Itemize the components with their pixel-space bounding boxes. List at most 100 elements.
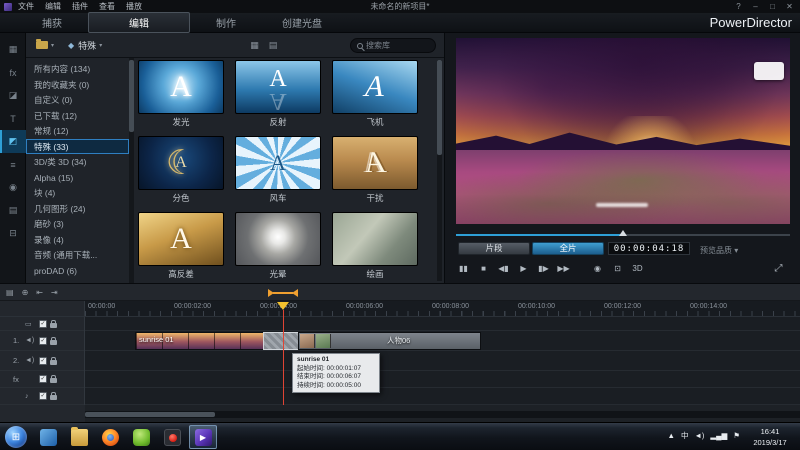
transition-item[interactable]: A 发光 — [138, 60, 228, 128]
grid-view-icon[interactable]: ▦ — [250, 40, 259, 51]
transition-item[interactable]: A 干扰 — [332, 136, 422, 204]
category-item[interactable]: 常规 (12) — [26, 123, 129, 139]
pause-button[interactable]: ▮▮ — [456, 261, 471, 275]
transition-item[interactable]: A 飞机 — [332, 60, 422, 128]
category-item[interactable]: 已下载 (12) — [26, 108, 129, 124]
menubar-menu-0[interactable]: 文件 — [18, 1, 34, 12]
title-room-icon[interactable]: T — [0, 107, 26, 130]
video-track-top-lane[interactable] — [85, 317, 800, 331]
track-lock-icon[interactable] — [50, 356, 57, 365]
category-item[interactable]: proDAD (6) — [26, 263, 129, 279]
media-room-icon[interactable]: ▦ — [0, 38, 26, 61]
library-search-input[interactable]: 搜索库 — [350, 38, 436, 53]
fast-forward-button[interactable]: ▶▶ — [556, 261, 571, 275]
transition-thumbnail[interactable]: A — [138, 212, 224, 266]
powerdirector-taskbar-button[interactable] — [189, 425, 217, 449]
menubar-menu-3[interactable]: 查看 — [99, 1, 115, 12]
track-lock-icon[interactable] — [50, 392, 57, 400]
category-item[interactable]: 录像 (4) — [26, 232, 129, 248]
track-2-lane[interactable] — [85, 351, 800, 371]
ime-indicator-icon[interactable]: 中 — [681, 430, 689, 441]
category-item[interactable]: 磨砂 (3) — [26, 216, 129, 232]
action-center-icon[interactable]: ⚑ — [733, 431, 740, 440]
track-lock-icon[interactable] — [50, 336, 57, 345]
grid-scrollbar[interactable] — [437, 60, 442, 281]
transition-thumbnail[interactable] — [332, 212, 418, 266]
voice-over-room-icon[interactable]: ◉ — [0, 176, 26, 199]
rail-start-icon[interactable]: ⇤ — [36, 288, 43, 297]
video-track-top-header[interactable]: ▭ ✓ — [0, 317, 84, 331]
close-button[interactable]: ✕ — [781, 0, 798, 13]
category-item[interactable]: 3D/类 3D (34) — [26, 154, 129, 170]
effect-room-icon[interactable]: fx — [0, 61, 26, 84]
category-filter-label[interactable]: 特殊 — [78, 39, 96, 52]
transition-segment[interactable] — [263, 332, 299, 350]
track-lock-icon[interactable] — [50, 375, 57, 383]
transition-thumbnail[interactable]: A — [235, 136, 321, 190]
preview-window-button[interactable]: ⊡ — [610, 261, 625, 275]
transition-item[interactable]: 光晕 — [235, 212, 325, 280]
track-enable-checkbox[interactable]: ✓ — [39, 356, 47, 365]
timeline-ruler[interactable]: 00:00:00 00:00:02:00 00:00:04:00 00:00:06:0… — [0, 301, 800, 317]
category-item[interactable]: 几何图形 (24) — [26, 201, 129, 217]
category-scrollbar[interactable] — [129, 58, 134, 283]
music-track-lane[interactable] — [85, 388, 800, 405]
step-back-button[interactable]: ◀▮ — [496, 261, 511, 275]
timeline-hscrollbar-thumb[interactable] — [85, 412, 215, 417]
firefox-taskbar-button[interactable] — [96, 425, 124, 449]
movie-mode-button[interactable]: 全片 — [532, 242, 604, 255]
playhead-line[interactable] — [283, 310, 284, 405]
category-item[interactable]: 块 (4) — [26, 185, 129, 201]
range-marker[interactable] — [268, 289, 298, 297]
play-button[interactable]: ▶ — [516, 261, 531, 275]
track-enable-checkbox[interactable]: ✓ — [39, 392, 47, 400]
effect-track-lane[interactable] — [85, 371, 800, 388]
help-button[interactable]: ? — [730, 0, 747, 13]
list-view-icon[interactable]: ▤ — [269, 40, 278, 51]
category-item[interactable]: 特殊 (33) — [26, 138, 129, 154]
network-icon[interactable]: ▂▄▆ — [710, 431, 727, 440]
start-button[interactable]: ⊞ — [5, 426, 27, 448]
track-enable-checkbox[interactable]: ✓ — [39, 375, 47, 383]
step-forward-button[interactable]: ▮▶ — [536, 261, 551, 275]
transition-thumbnail[interactable]: A — [332, 136, 418, 190]
tray-expand-icon[interactable]: ▲ — [668, 431, 675, 440]
3d-mode-button[interactable]: 3D — [630, 261, 645, 275]
category-item[interactable]: 我的收藏夹 (0) — [26, 77, 129, 93]
track-enable-checkbox[interactable]: ✓ — [39, 319, 47, 328]
maximize-button[interactable]: □ — [764, 0, 781, 13]
minimize-button[interactable]: – — [747, 0, 764, 13]
preview-seekbar[interactable] — [456, 230, 790, 239]
category-item[interactable]: Alpha (15) — [26, 170, 129, 186]
transition-thumbnail[interactable]: ☾ A — [138, 136, 224, 190]
fullscreen-button[interactable]: ⤢ — [771, 261, 786, 275]
rail-end-icon[interactable]: ⇥ — [51, 288, 58, 297]
track-1-header[interactable]: 1. ◄) ✓ — [0, 331, 84, 351]
category-scrollbar-thumb[interactable] — [129, 60, 134, 132]
transition-item[interactable]: ☾ A 分色 — [138, 136, 228, 204]
clip-mode-button[interactable]: 片段 — [458, 242, 530, 255]
transition-thumbnail[interactable] — [235, 212, 321, 266]
audio-mixing-room-icon[interactable]: ≡ — [0, 153, 26, 176]
snapshot-button[interactable]: ◉ — [590, 261, 605, 275]
transition-thumbnail[interactable]: AA — [235, 60, 321, 114]
track-enable-checkbox[interactable]: ✓ — [39, 336, 47, 345]
menubar-menu-2[interactable]: 插件 — [72, 1, 88, 12]
clip-sunrise[interactable]: sunrise 01 — [135, 332, 265, 350]
photo-viewer-taskbar-button[interactable] — [34, 425, 62, 449]
transition-thumbnail[interactable]: A — [332, 60, 418, 114]
grid-scrollbar-thumb[interactable] — [437, 60, 442, 155]
effect-track-header[interactable]: fx ✓ — [0, 371, 84, 388]
tab-create-disc[interactable]: 创建光盘 — [262, 13, 342, 32]
import-caret-icon[interactable]: ▾ — [51, 42, 54, 49]
stop-button[interactable]: ■ — [476, 261, 491, 275]
import-media-icon[interactable] — [36, 39, 48, 49]
snap-icon[interactable]: ⊕ — [22, 288, 29, 297]
track-manager-icon[interactable]: ▤ — [6, 288, 14, 297]
clip-people[interactable]: 人物06 — [298, 332, 481, 350]
menubar-menu-1[interactable]: 编辑 — [45, 1, 61, 12]
preview-quality-dropdown[interactable]: 预览品质 ▾ — [700, 245, 738, 256]
playhead-marker[interactable] — [277, 302, 289, 310]
taskbar-clock[interactable]: 16:41 2019/3/17 — [743, 426, 797, 448]
category-item[interactable]: 音频 (通用下载... — [26, 247, 129, 263]
